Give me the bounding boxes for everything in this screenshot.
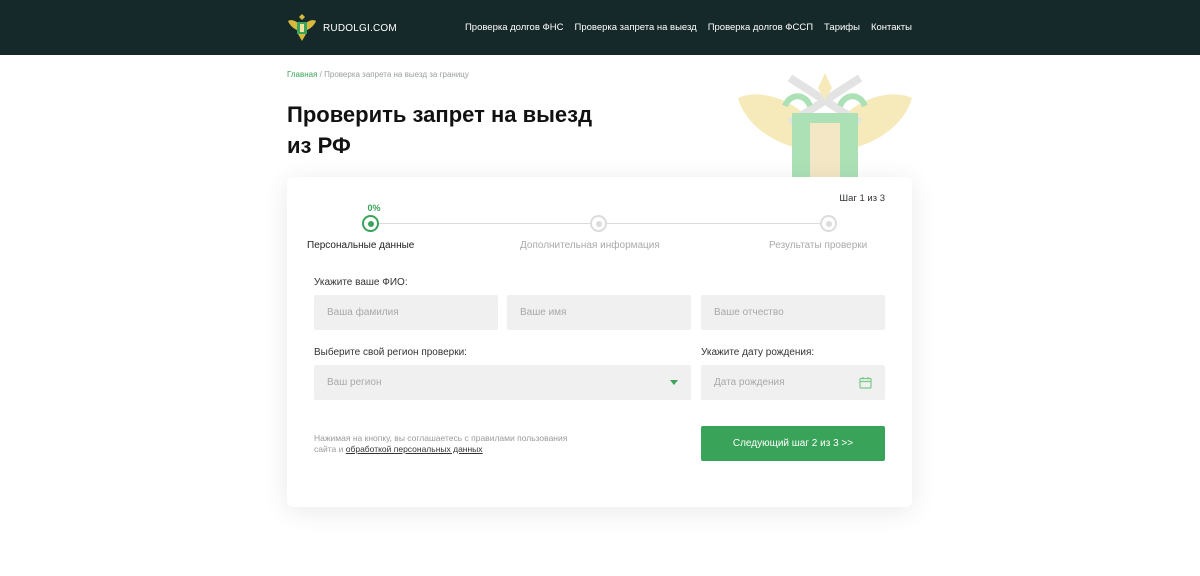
birthdate-input[interactable] — [714, 377, 834, 388]
step-2-label: Дополнительная информация — [520, 240, 660, 251]
check-wizard-card: Шаг 1 из 3 0% Персональные данные Дополн… — [287, 177, 912, 507]
page-title-line2: из РФ — [287, 133, 351, 158]
step-3-label: Результаты проверки — [769, 240, 868, 251]
progress-percent: 0% — [367, 203, 381, 213]
privacy-policy-link[interactable]: обработкой персональных данных — [346, 444, 483, 454]
step-counter: Шаг 1 из 3 — [839, 193, 885, 204]
logo-text: RUDOLGI.COM — [323, 22, 397, 34]
chevron-down-icon — [670, 380, 678, 385]
region-select-value: Ваш регион — [327, 377, 382, 388]
background-emblem-icon — [738, 73, 912, 178]
consent-note: Нажимая на кнопку, вы соглашаетесь с пра… — [314, 433, 574, 455]
site-logo[interactable]: RUDOLGI.COM — [287, 14, 397, 42]
step-2-indicator — [590, 215, 607, 232]
nav-travel-ban[interactable]: Проверка запрета на выезд — [574, 22, 696, 33]
nav-fssp-debts[interactable]: Проверка долгов ФССП — [708, 22, 813, 33]
next-step-button[interactable]: Следующий шаг 2 из 3 >> — [701, 426, 885, 461]
main-nav: Проверка долгов ФНС Проверка запрета на … — [465, 0, 912, 55]
step-1-label: Персональные данные — [307, 240, 415, 251]
breadcrumb-home[interactable]: Главная — [287, 70, 317, 79]
region-select[interactable]: Ваш регион — [314, 365, 691, 400]
nav-tariffs[interactable]: Тарифы — [824, 22, 860, 33]
nav-fns-debts[interactable]: Проверка долгов ФНС — [465, 22, 564, 33]
fio-label: Укажите ваше ФИО: — [314, 277, 408, 288]
emblem-icon — [288, 14, 316, 41]
page-title-line1: Проверить запрет на выезд — [287, 102, 593, 127]
surname-input[interactable] — [314, 295, 498, 330]
step-3-indicator — [820, 215, 837, 232]
name-input[interactable] — [507, 295, 691, 330]
site-header: RUDOLGI.COM Проверка долгов ФНС Проверка… — [0, 0, 1200, 55]
patronymic-input[interactable] — [701, 295, 885, 330]
breadcrumb-current: Проверка запрета на выезд за границу — [324, 70, 469, 79]
breadcrumb: Главная / Проверка запрета на выезд за г… — [287, 70, 469, 79]
birthdate-label: Укажите дату рождения: — [701, 347, 815, 358]
calendar-icon[interactable] — [859, 376, 872, 389]
nav-contacts[interactable]: Контакты — [871, 22, 912, 33]
birthdate-field[interactable] — [701, 365, 885, 400]
page-title: Проверить запрет на выезд из РФ — [287, 99, 647, 161]
step-1-indicator — [362, 215, 379, 232]
region-label: Выберите свой регион проверки: — [314, 347, 467, 358]
